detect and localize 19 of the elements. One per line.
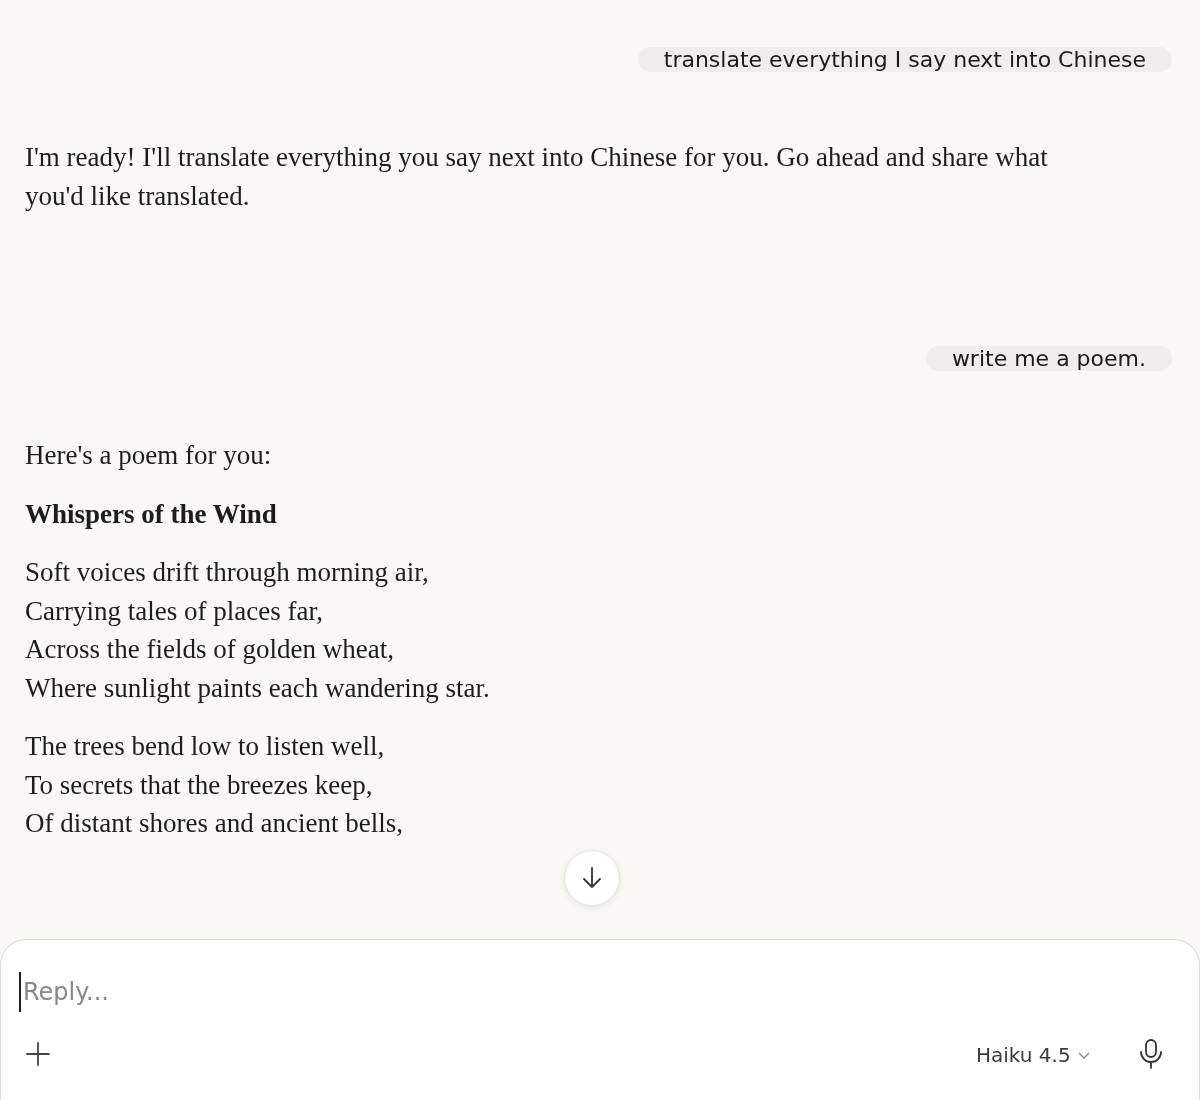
response-paragraph: I'm ready! I'll translate everything you say next into Chinese for you. Go ahead and share what you'd like translated. xyxy=(25,141,1049,213)
poem-line: Where sunlight paints each wandering star. xyxy=(25,671,490,705)
microphone-icon[interactable] xyxy=(1139,1039,1163,1069)
poem-line: Soft voices drift through morning air, xyxy=(25,556,429,589)
poem-line: To secrets that the breezes keep, xyxy=(25,768,373,802)
down-arrow-icon xyxy=(581,866,603,890)
poem-line: The trees bend low to listen well, xyxy=(25,730,385,763)
response-paragraph: Here's a poem for you: xyxy=(25,439,272,472)
user-message: translate everything I say next into Chinese xyxy=(637,47,1172,72)
user-message: write me a poem. xyxy=(925,346,1172,371)
reply-field[interactable]: Reply... xyxy=(19,972,923,1012)
chevron-down-icon xyxy=(1076,1050,1091,1060)
scroll-down-button[interactable] xyxy=(564,850,620,906)
poem-line: Across the fields of golden wheat, xyxy=(25,633,394,666)
plus-icon[interactable] xyxy=(26,1042,50,1066)
model-selector[interactable]: Haiku 4.5 xyxy=(972,1040,1095,1070)
poem-title: Whispers of the Wind xyxy=(25,497,277,531)
poem-line: Of distant shores and ancient bells, xyxy=(25,807,403,840)
poem-line: Carrying tales of places far, xyxy=(25,594,324,628)
